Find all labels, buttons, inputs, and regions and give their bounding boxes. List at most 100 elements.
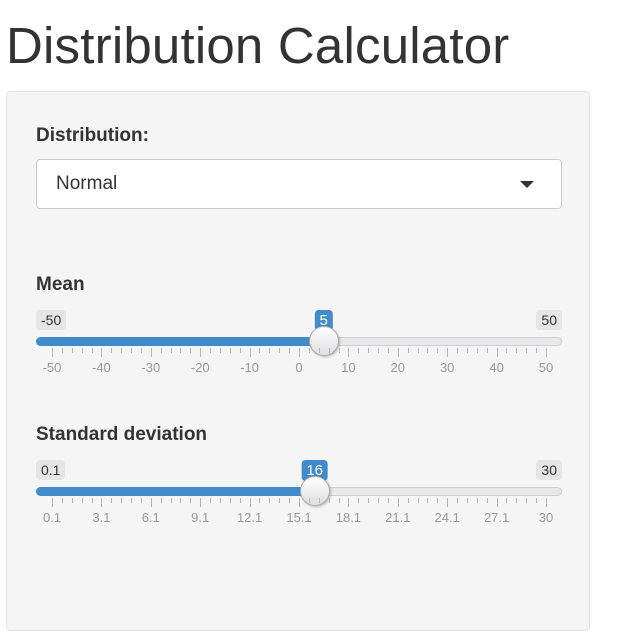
slider-tick-minor — [279, 498, 281, 503]
sd-min-label: 0.1 — [36, 460, 66, 480]
slider-tick-minor — [180, 348, 182, 353]
sd-slider-fill — [36, 487, 315, 496]
slider-tick-minor — [338, 348, 340, 353]
slider-tick-minor — [121, 498, 123, 503]
mean-slider[interactable]: -50 50 5 -50 -40 -30 -20 -10 0 10 20 30 40 50 — [36, 310, 562, 390]
slider-tick-minor — [378, 348, 380, 353]
slider-tick-minor — [111, 348, 113, 353]
slider-tick-minor — [308, 498, 310, 503]
slider-tick-label: 30 — [538, 510, 554, 525]
page-title: Distribution Calculator — [6, 17, 510, 74]
slider-tick-minor — [81, 498, 83, 503]
slider-tick-minor — [140, 498, 142, 503]
mean-slider-fill — [36, 337, 324, 346]
slider-tick-major — [397, 348, 399, 357]
slider-tick-minor — [71, 348, 73, 353]
slider-tick-minor — [536, 498, 538, 503]
slider-tick-label: 9.1 — [191, 510, 210, 525]
slider-tick-major — [546, 348, 547, 357]
distribution-label: Distribution: — [36, 125, 149, 146]
slider-tick-minor — [368, 498, 370, 503]
slider-tick-minor — [289, 498, 291, 503]
slider-tick-major — [447, 348, 449, 357]
slider-tick-major — [299, 498, 300, 507]
distribution-select[interactable]: Normal — [36, 159, 562, 209]
slider-tick-minor — [229, 348, 231, 353]
slider-tick-minor — [536, 348, 538, 353]
slider-tick-minor — [466, 498, 468, 503]
slider-tick-minor — [259, 498, 261, 503]
slider-tick-label: 21.1 — [385, 510, 411, 525]
slider-tick-label: 50 — [538, 360, 554, 375]
slider-tick-major — [397, 498, 399, 507]
slider-tick-minor — [308, 348, 310, 353]
slider-tick-minor — [457, 348, 459, 353]
slider-tick-minor — [121, 348, 123, 353]
slider-tick-major — [52, 348, 53, 357]
slider-tick-minor — [328, 498, 330, 503]
slider-tick-minor — [387, 348, 389, 353]
slider-tick-minor — [417, 348, 419, 353]
distribution-selected-value: Normal — [56, 173, 118, 194]
slider-tick-minor — [476, 348, 478, 353]
slider-tick-label: 27.1 — [483, 510, 510, 525]
slider-tick-minor — [358, 498, 360, 503]
slider-tick-minor — [437, 498, 439, 503]
slider-tick-minor — [506, 348, 508, 353]
slider-tick-minor — [190, 348, 192, 353]
slider-tick-minor — [486, 498, 488, 503]
slider-tick-major — [150, 498, 152, 507]
slider-tick-major — [150, 348, 152, 357]
slider-tick-major — [447, 498, 449, 507]
slider-tick-minor — [457, 498, 459, 503]
sd-max-label: 30 — [536, 460, 562, 480]
slider-tick-major — [299, 348, 300, 357]
slider-tick-minor — [387, 498, 389, 503]
slider-tick-major — [200, 348, 202, 357]
slider-tick-minor — [269, 348, 271, 353]
slider-tick-minor — [71, 498, 73, 503]
slider-tick-minor — [91, 498, 93, 503]
slider-tick-minor — [328, 348, 330, 353]
slider-tick-minor — [259, 348, 261, 353]
slider-tick-minor — [476, 498, 478, 503]
slider-tick-minor — [180, 498, 182, 503]
slider-tick-minor — [131, 348, 133, 353]
mean-slider-handle[interactable] — [308, 326, 339, 356]
slider-tick-label: 0.1 — [42, 510, 62, 525]
slider-tick-minor — [358, 348, 360, 353]
slider-tick-label: 3.1 — [92, 510, 111, 525]
slider-tick-minor — [229, 498, 231, 503]
slider-tick-label: 0 — [295, 360, 303, 375]
slider-tick-minor — [131, 498, 133, 503]
slider-tick-minor — [81, 348, 83, 353]
slider-tick-minor — [516, 348, 518, 353]
slider-tick-minor — [318, 498, 320, 503]
slider-tick-minor — [210, 348, 212, 353]
slider-tick-minor — [219, 498, 221, 503]
slider-tick-minor — [190, 498, 192, 503]
slider-tick-minor — [526, 348, 528, 353]
slider-tick-minor — [160, 498, 162, 503]
slider-tick-major — [249, 348, 251, 357]
slider-tick-minor — [368, 348, 370, 353]
slider-tick-minor — [140, 348, 142, 353]
sd-slider-handle[interactable] — [299, 476, 330, 506]
slider-tick-label: 24.1 — [434, 510, 460, 525]
slider-tick-minor — [378, 498, 380, 503]
slider-tick-minor — [170, 498, 172, 503]
slider-tick-minor — [407, 348, 409, 353]
slider-tick-minor — [486, 348, 488, 353]
sd-slider[interactable]: 0.1 30 16 0.1 3.1 6.1 9.1 12.1 15.1 18.1 21.1 24… — [36, 460, 562, 540]
slider-tick-label: 12.1 — [236, 510, 263, 525]
slider-tick-major — [200, 498, 202, 507]
slider-tick-minor — [526, 498, 528, 503]
slider-tick-minor — [239, 348, 241, 353]
slider-tick-minor — [437, 348, 439, 353]
chevron-down-icon — [520, 181, 534, 188]
slider-tick-label: 15.1 — [286, 510, 312, 525]
slider-tick-minor — [338, 498, 340, 503]
slider-tick-minor — [427, 498, 429, 503]
slider-tick-minor — [210, 498, 212, 503]
slider-tick-label: 10 — [341, 360, 356, 375]
